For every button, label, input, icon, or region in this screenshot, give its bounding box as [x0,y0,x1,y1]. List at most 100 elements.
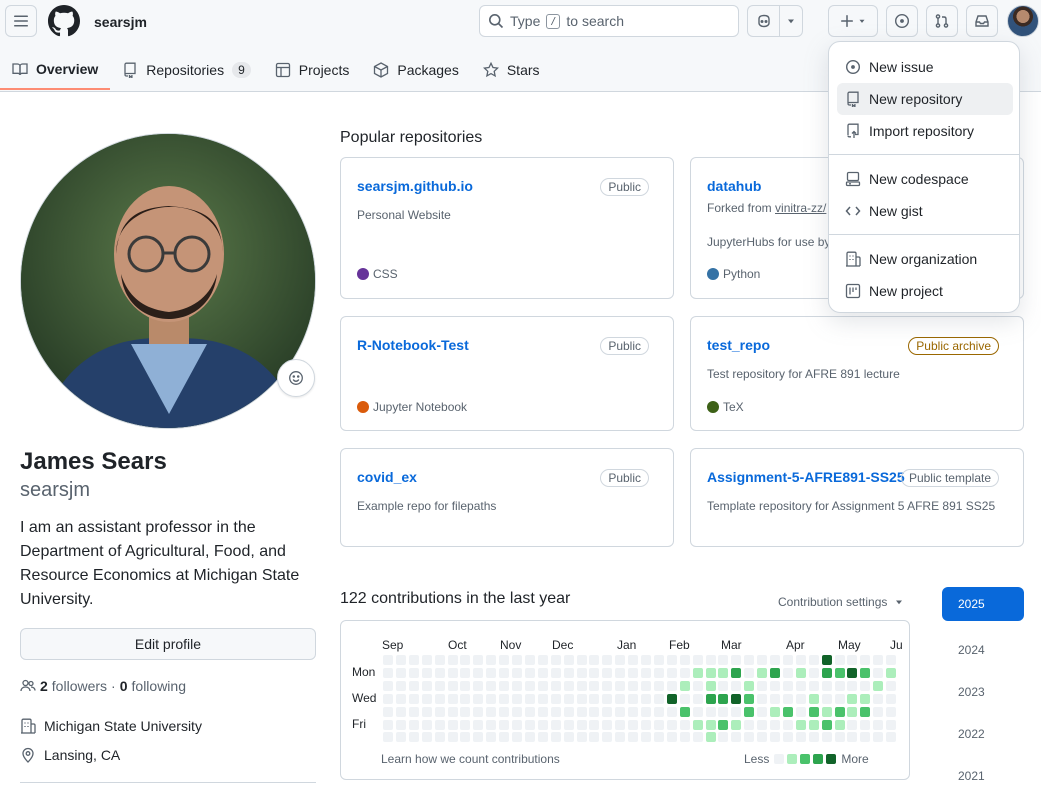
header-username[interactable]: searsjm [94,14,147,30]
year-link[interactable]: 2022 [942,713,1024,755]
profile-avatar[interactable] [20,133,316,429]
contribution-cell [499,680,510,691]
contribution-cell [653,680,664,691]
followers-label[interactable]: followers [52,678,107,694]
tab-repositories[interactable]: Repositories 9 [110,50,263,90]
repo-icon [124,62,136,78]
copilot-dropdown-button[interactable] [779,5,803,37]
repo-name-link[interactable]: searsjm.github.io [357,178,473,194]
repo-name-link[interactable]: datahub [707,178,761,194]
search-icon [489,14,504,29]
plus-icon [841,15,853,27]
contribution-cell [847,693,858,704]
menu-item-new-project[interactable]: New project [837,275,1013,307]
year-link[interactable]: 2024 [942,629,1024,671]
profile-location: Lansing, CA [20,747,120,763]
repo-language: Python [707,267,760,281]
repo-name-link[interactable]: covid_ex [357,469,417,485]
contribution-cell [408,655,419,665]
repo-name-link[interactable]: test_repo [707,337,770,353]
contribution-cell [447,667,458,678]
menu-item-label: New gist [869,203,923,219]
repo-name-link[interactable]: Assignment-5-AFRE891-SS25 [707,469,905,485]
copilot-button[interactable] [747,5,779,37]
following-count[interactable]: 0 [120,678,128,694]
issue-opened-icon [845,59,861,75]
create-new-menu: New issue New repository Import reposito… [828,41,1020,313]
contribution-cell [873,667,884,678]
edit-profile-button[interactable]: Edit profile [20,628,316,660]
repo-name-link[interactable]: R-Notebook-Test [357,337,469,353]
contribution-cell [512,655,522,665]
contribution-cell [395,719,406,730]
contribution-cell [460,719,471,730]
menu-item-new-repository[interactable]: New repository [837,83,1013,115]
pull-requests-button[interactable] [926,5,958,37]
year-link[interactable]: 2023 [942,671,1024,713]
contribution-cell [447,732,458,743]
contribution-settings-button[interactable]: Contribution settings [778,595,905,609]
repo-language: Jupyter Notebook [357,400,467,414]
year-link[interactable]: 2025 [942,587,1024,621]
contribution-cell [886,719,897,730]
contribution-cell [563,655,574,665]
create-new-button[interactable] [828,5,878,37]
issues-button[interactable] [886,5,918,37]
contribution-cell [383,655,393,665]
contribution-cell [524,732,535,743]
following-label[interactable]: following [132,678,186,694]
organization-icon [846,251,861,267]
repositories-counter: 9 [232,62,251,78]
menu-item-new-organization[interactable]: New organization [837,243,1013,275]
contribution-cell [692,655,703,665]
menu-item-new-codespace[interactable]: New codespace [837,163,1013,195]
user-avatar-button[interactable] [1007,5,1039,37]
year-link[interactable]: 2021 [942,755,1024,788]
menu-item-new-gist[interactable]: New gist [837,195,1013,227]
contribution-cell [731,719,742,730]
month-label: May [838,638,861,652]
contribution-cell [873,706,884,717]
contribution-cell [473,655,484,665]
contribution-cell [782,706,793,717]
contribution-cell [602,680,613,691]
contribution-cell [692,706,703,717]
contribution-cell [486,680,497,691]
set-status-button[interactable] [277,359,315,397]
inbox-button[interactable] [966,5,998,37]
contribution-cell [537,667,548,678]
github-logo-icon[interactable] [48,5,80,37]
tab-projects[interactable]: Projects [263,50,362,90]
contribution-cell [512,732,522,743]
tab-stars[interactable]: Stars [471,50,552,90]
contribution-cell [847,706,858,717]
followers-count[interactable]: 2 [40,678,48,694]
contribution-cell [550,706,561,717]
contribution-cell [576,667,587,678]
contribution-cell [757,719,768,730]
contribution-cell [782,693,793,704]
contribution-cell [692,680,703,691]
month-label: Oct [448,638,467,652]
learn-contributions-link[interactable]: Learn how we count contributions [381,752,560,766]
search-input[interactable]: Type / to search [479,5,739,37]
repo-language: CSS [357,267,398,281]
tab-packages[interactable]: Packages [361,50,470,90]
contribution-cell [628,655,639,665]
contribution-cell [770,732,780,743]
legend-less: Less [744,752,770,766]
tab-overview[interactable]: Overview [0,50,111,90]
menu-item-label: New organization [869,251,978,267]
menu-item-import-repository[interactable]: Import repository [837,115,1013,147]
contribution-cell [486,655,497,665]
contribution-cell [821,667,832,678]
contribution-cell [460,655,471,665]
contribution-cell [421,655,432,665]
repo-description: Template repository for Assignment 5 AFR… [707,499,996,513]
contribution-cell [486,706,497,717]
contribution-cell [421,732,432,743]
contribution-cell [705,732,716,743]
menu-button[interactable] [5,5,37,37]
menu-item-new-issue[interactable]: New issue [837,51,1013,83]
forked-from-link[interactable]: vinitra-zz/ [775,201,826,215]
